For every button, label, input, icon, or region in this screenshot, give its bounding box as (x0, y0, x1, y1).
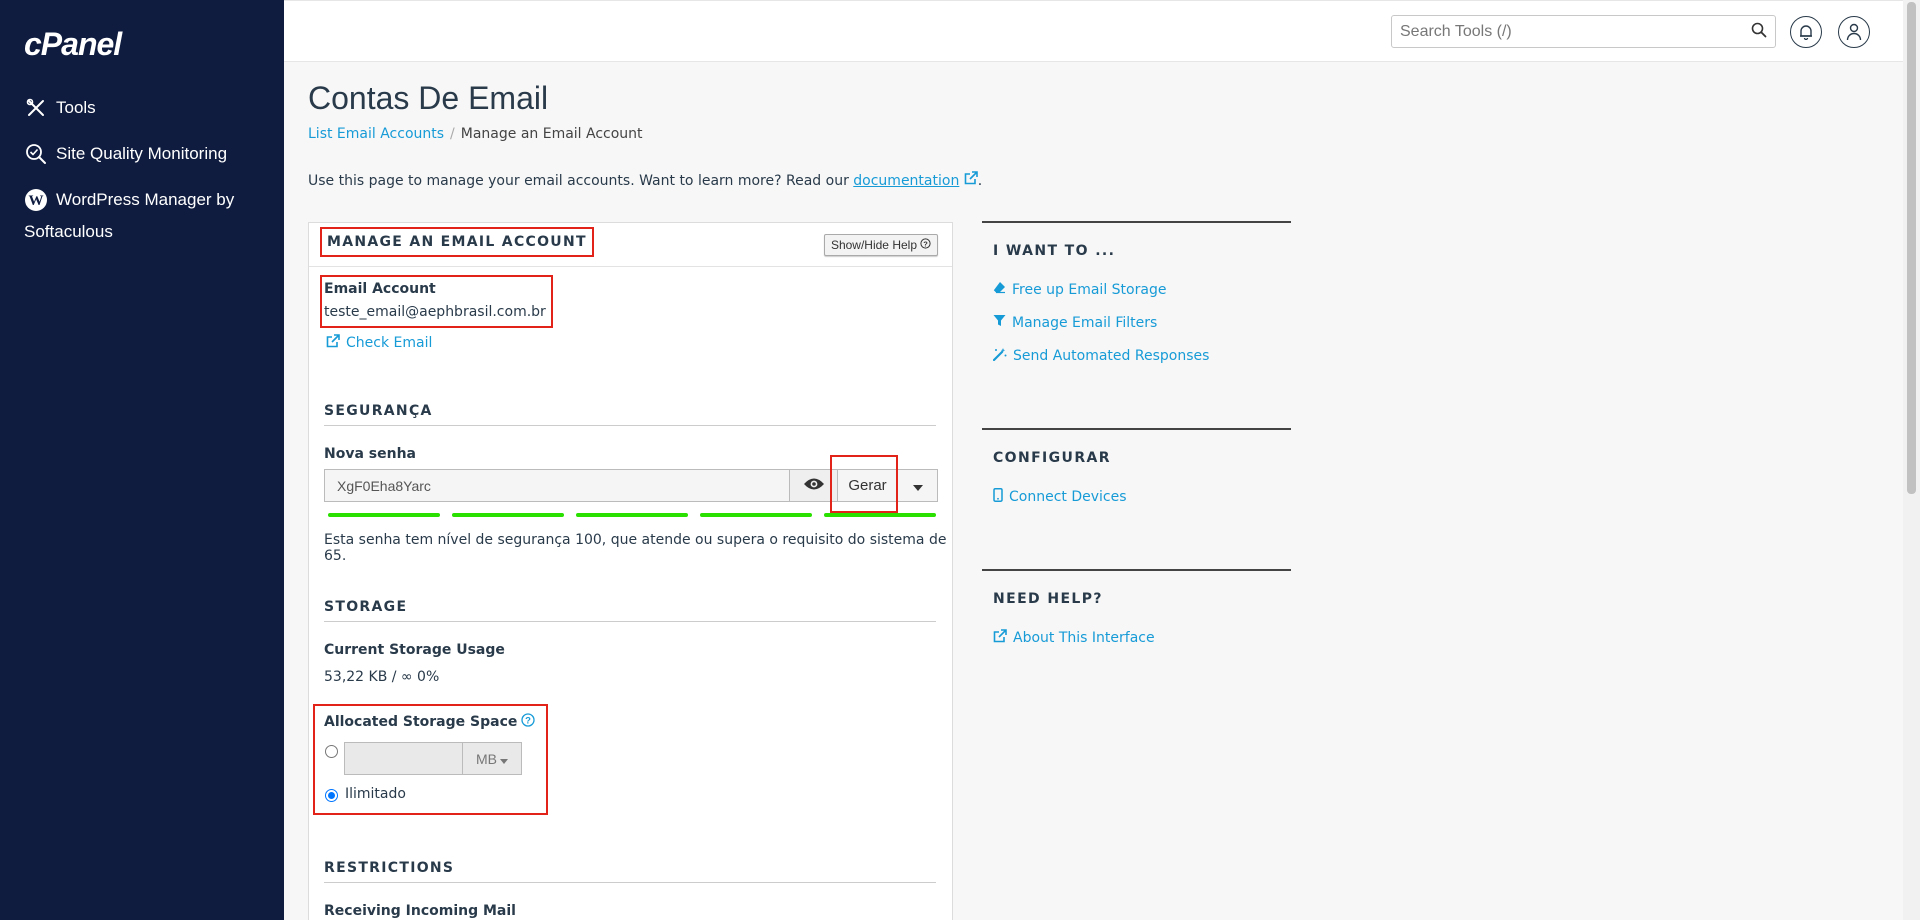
password-input[interactable] (325, 470, 789, 501)
receiving-mail-label: Receiving Incoming Mail (324, 903, 516, 919)
email-account-value: teste_email@aephbrasil.com.br (324, 304, 546, 320)
strength-segment (328, 513, 440, 517)
security-heading: SEGURANÇA (324, 403, 936, 426)
svg-text:?: ? (525, 716, 531, 727)
custom-storage-radio[interactable] (325, 745, 338, 758)
sidebar-item-site-quality[interactable]: Site Quality Monitoring (24, 138, 227, 170)
connect-devices-label: Connect Devices (1009, 489, 1127, 505)
unlimited-label: Ilimitado (345, 786, 406, 802)
sidebar-item-label: WordPress Manager by Softaculous (24, 190, 235, 241)
check-email-label: Check Email (346, 335, 433, 351)
storage-unit-dropdown[interactable]: MB (462, 743, 521, 774)
cpanel-logo[interactable]: cPanel (24, 26, 122, 63)
free-up-storage-label: Free up Email Storage (1012, 281, 1167, 298)
external-link-icon (964, 171, 978, 189)
eraser-icon (993, 281, 1006, 298)
check-email-link[interactable]: Check Email (326, 334, 432, 352)
mobile-phone-icon (993, 488, 1003, 506)
question-circle-icon: ? (920, 238, 931, 252)
sidebar-item-tools[interactable]: Tools (24, 92, 96, 124)
current-storage-value: 53,22 KB / ∞ 0% (324, 669, 440, 685)
external-link-icon (326, 334, 340, 352)
storage-unit-label: MB (476, 750, 497, 767)
i-want-to-section: I WANT TO ... Free up Email Storage Mana… (982, 221, 1291, 364)
about-interface-link[interactable]: About This Interface (993, 629, 1155, 647)
documentation-link[interactable]: documentation (853, 173, 959, 189)
magnifier-check-icon (24, 142, 48, 166)
breadcrumb-separator: / (450, 126, 455, 142)
help-question-icon[interactable]: ? (521, 713, 536, 731)
intro-end: . (977, 173, 983, 189)
allocated-storage-label: Allocated Storage Space (324, 714, 518, 730)
top-bar (284, 0, 1903, 62)
caret-down-icon (912, 476, 923, 495)
sidebar-item-label: Tools (56, 98, 96, 117)
password-strength-text: Esta senha tem nível de segurança 100, q… (324, 532, 947, 564)
connect-devices-link[interactable]: Connect Devices (993, 488, 1127, 506)
automated-responses-link[interactable]: Send Automated Responses (992, 347, 1210, 365)
strength-segment (452, 513, 564, 517)
search-box[interactable] (1391, 15, 1776, 48)
restrictions-heading: RESTRICTIONS (324, 860, 936, 883)
strength-segment (700, 513, 812, 517)
storage-quota-input[interactable] (345, 743, 462, 774)
svg-text:?: ? (923, 239, 928, 248)
email-account-label: Email Account (324, 281, 436, 297)
eye-icon (803, 476, 825, 495)
caret-down-icon (500, 751, 508, 767)
generate-button-highlight (830, 455, 898, 513)
breadcrumb-current: Manage an Email Account (460, 126, 643, 142)
sidebar-item-label: Site Quality Monitoring (56, 144, 228, 163)
configure-heading: CONFIGURAR (993, 450, 1111, 466)
configure-section: CONFIGURAR Connect Devices (982, 428, 1291, 508)
strength-segment (576, 513, 688, 517)
show-hide-help-button[interactable]: Show/Hide Help ? (823, 234, 938, 256)
storage-quota-group: MB (344, 742, 522, 775)
sidebar: cPanel Tools Site Quality Monitoring W W… (0, 0, 284, 920)
generate-options-dropdown[interactable] (897, 470, 937, 501)
manage-email-panel: MANAGE AN EMAIL ACCOUNT Show/Hide Help ?… (308, 222, 953, 920)
tools-icon (24, 96, 48, 120)
manage-filters-label: Manage Email Filters (1012, 314, 1158, 331)
free-up-storage-link[interactable]: Free up Email Storage (993, 281, 1166, 298)
page-title: Contas De Email (308, 80, 549, 116)
help-button-label: Show/Hide Help (830, 238, 917, 252)
password-label: Nova senha (324, 446, 416, 462)
magic-wand-icon (992, 347, 1007, 365)
search-icon[interactable] (1751, 22, 1767, 42)
user-account-icon[interactable] (1838, 16, 1870, 48)
notifications-bell-icon[interactable] (1790, 16, 1822, 48)
breadcrumb-list-email-accounts[interactable]: List Email Accounts (308, 126, 444, 142)
filter-icon (993, 314, 1006, 331)
i-want-to-heading: I WANT TO ... (993, 243, 1116, 259)
about-interface-label: About This Interface (1013, 630, 1155, 646)
allocated-storage-label-row: Allocated Storage Space ? (324, 713, 536, 731)
unlimited-storage-radio[interactable] (325, 789, 338, 802)
scrollbar-thumb[interactable] (1907, 2, 1916, 494)
intro-sentence: Use this page to manage your email accou… (308, 173, 854, 189)
current-storage-label: Current Storage Usage (324, 642, 505, 658)
search-input[interactable] (1400, 22, 1751, 41)
password-strength-meter (328, 513, 936, 517)
storage-heading: STORAGE (324, 599, 936, 622)
need-help-section: NEED HELP? About This Interface (982, 569, 1291, 649)
panel-header: MANAGE AN EMAIL ACCOUNT Show/Hide Help ? (309, 223, 952, 267)
panel-title: MANAGE AN EMAIL ACCOUNT (320, 227, 594, 257)
strength-segment (824, 513, 936, 517)
intro-text: Use this page to manage your email accou… (308, 171, 982, 189)
external-link-icon (993, 629, 1007, 647)
sidebar-item-wordpress[interactable]: W WordPress Manager by Softaculous (24, 184, 264, 248)
need-help-heading: NEED HELP? (993, 591, 1103, 607)
manage-filters-link[interactable]: Manage Email Filters (993, 314, 1157, 331)
automated-responses-label: Send Automated Responses (1013, 348, 1210, 364)
page-scrollbar[interactable] (1903, 0, 1920, 920)
breadcrumb: List Email Accounts / Manage an Email Ac… (308, 126, 643, 142)
